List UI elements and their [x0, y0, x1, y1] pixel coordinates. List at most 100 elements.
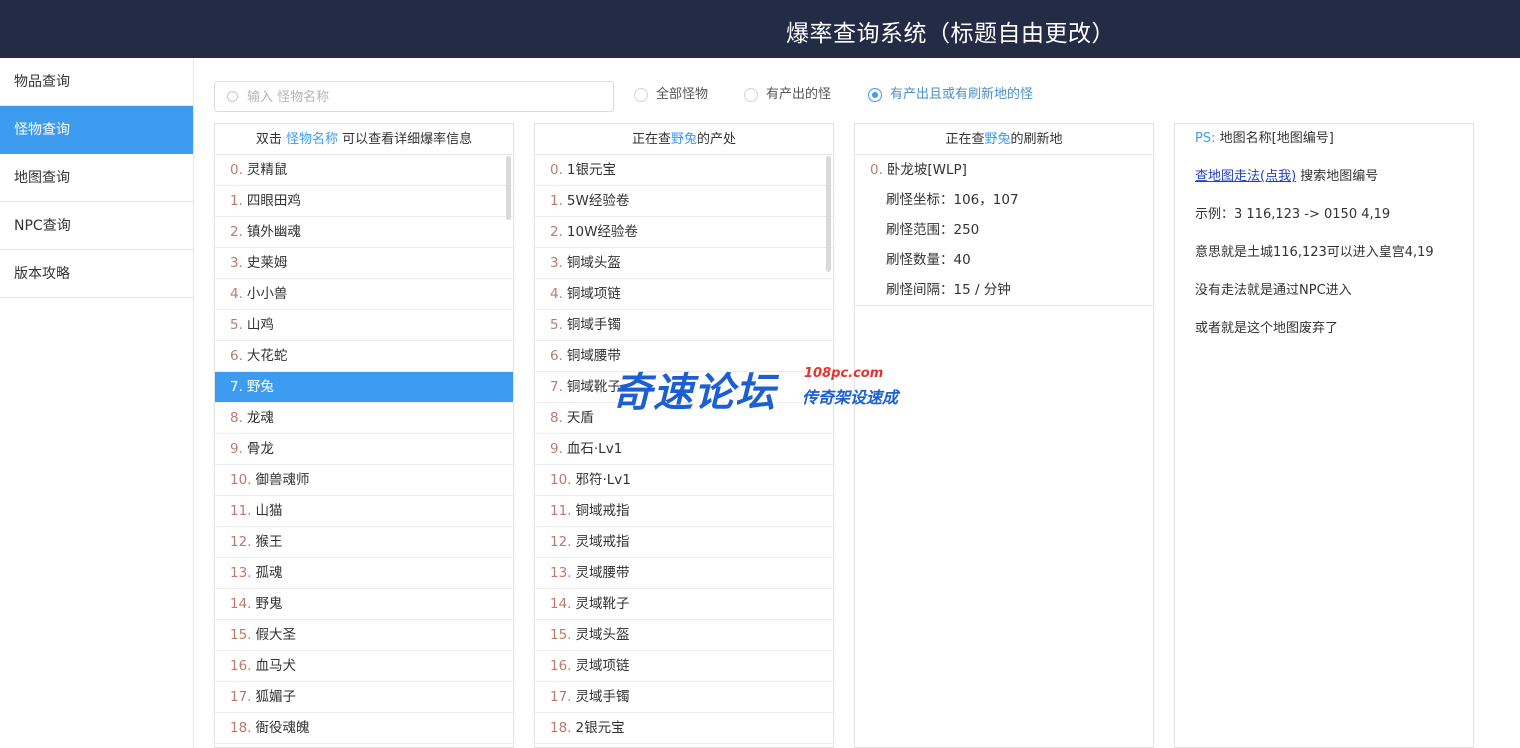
row-name: 铜域项链 [566, 286, 621, 302]
row-name: 镇外幽魂 [246, 224, 301, 240]
info-ps-line: PS: 地图名称[地图编号] [1195, 130, 1453, 168]
row-name: 灵域靴子 [575, 596, 630, 612]
list-item[interactable]: 7. 野兔 [215, 372, 513, 403]
sidebar-item-monster-query[interactable]: 怪物查询 [0, 106, 193, 154]
list-item[interactable]: 2. 10W经验卷 [535, 217, 833, 248]
list-item[interactable]: 18. 2银元宝 [535, 713, 833, 744]
monster-list-panel: 双击 怪物名称 可以查看详细爆率信息 0. 灵精鼠 1. 四眼田鸡 2. 镇外幽魂 3. 史莱… [214, 123, 514, 748]
spawn-map-name: 卧龙坡[WLP] [886, 162, 967, 178]
row-index: 7. [550, 379, 563, 395]
list-item[interactable]: 16. 灵域项链 [535, 651, 833, 682]
list-item[interactable]: 13. 孤魂 [215, 558, 513, 589]
row-name: 血石·Lv1 [566, 441, 623, 457]
row-index: 0. [550, 162, 563, 178]
drop-list-header: 正在查野兔的产处 [535, 124, 833, 155]
scrollbar[interactable] [506, 156, 511, 220]
list-item[interactable]: 0. 灵精鼠 [215, 155, 513, 186]
row-name: 四眼田鸡 [246, 193, 301, 209]
sidebar-item-npc-query[interactable]: NPC查询 [0, 202, 193, 250]
list-item[interactable]: 17. 狐媚子 [215, 682, 513, 713]
row-name: 灵域手镯 [575, 689, 630, 705]
row-name: 孤魂 [255, 565, 283, 581]
list-item[interactable]: 1. 5W经验卷 [535, 186, 833, 217]
list-item[interactable]: 4. 小小兽 [215, 279, 513, 310]
row-index: 5. [550, 317, 563, 333]
row-name: 史莱姆 [246, 255, 288, 271]
list-item[interactable]: 16. 血马犬 [215, 651, 513, 682]
header-text: 可以查看详细爆率信息 [342, 132, 473, 147]
row-name: 野兔 [246, 379, 274, 395]
list-item[interactable]: 15. 灵域头盔 [535, 620, 833, 651]
map-route-link[interactable]: 查地图走法(点我) [1195, 169, 1296, 184]
row-name: 灵域腰带 [575, 565, 630, 581]
row-index: 0. [230, 162, 243, 178]
row-index: 11. [550, 503, 572, 519]
list-item[interactable]: 3. 史莱姆 [215, 248, 513, 279]
search-icon [227, 91, 238, 102]
row-name: 假大圣 [255, 627, 296, 643]
list-item[interactable]: 9. 骨龙 [215, 434, 513, 465]
list-item[interactable]: 5. 铜域手镯 [535, 310, 833, 341]
row-name: 铜域头盔 [566, 255, 621, 271]
row-index: 16. [230, 658, 252, 674]
row-index: 2. [550, 224, 563, 240]
row-index: 14. [230, 596, 252, 612]
sidebar-item-item-query[interactable]: 物品查询 [0, 58, 193, 106]
row-name: 铜域戒指 [575, 503, 630, 519]
list-item[interactable]: 1. 四眼田鸡 [215, 186, 513, 217]
row-name: 铜域靴子 [566, 379, 621, 395]
row-index: 15. [550, 627, 572, 643]
row-index: 10. [550, 472, 572, 488]
row-index: 3. [550, 255, 563, 271]
row-name: 衙役魂魄 [255, 720, 310, 736]
row-name: 灵域戒指 [575, 534, 630, 550]
radio-selected-icon[interactable] [868, 88, 882, 102]
list-item[interactable]: 5. 山鸡 [215, 310, 513, 341]
row-index: 1. [550, 193, 563, 209]
row-name: 狐媚子 [255, 689, 296, 705]
list-item[interactable]: 14. 灵域靴子 [535, 589, 833, 620]
row-index: 18. [230, 720, 252, 736]
filter-label: 有产出的怪 [766, 87, 832, 102]
sidebar-item-map-query[interactable]: 地图查询 [0, 154, 193, 202]
list-item[interactable]: 3. 铜域头盔 [535, 248, 833, 279]
row-index: 13. [550, 565, 572, 581]
row-name: 血马犬 [255, 658, 296, 674]
list-item[interactable]: 9. 血石·Lv1 [535, 434, 833, 465]
spawn-map[interactable]: 0. 卧龙坡[WLP] [870, 155, 1153, 185]
list-item[interactable]: 12. 猴王 [215, 527, 513, 558]
list-item[interactable]: 2. 镇外幽魂 [215, 217, 513, 248]
list-item[interactable]: 10. 御兽魂师 [215, 465, 513, 496]
list-item[interactable]: 6. 铜域腰带 [535, 341, 833, 372]
list-item[interactable]: 11. 山猫 [215, 496, 513, 527]
row-name: 邪符·Lv1 [575, 472, 631, 488]
sidebar-item-version-guide[interactable]: 版本攻略 [0, 250, 193, 298]
radio-icon[interactable] [744, 88, 758, 102]
header-text: 正在查 [945, 132, 985, 147]
spawn-entry[interactable]: 0. 卧龙坡[WLP] 刷怪坐标：106，107 刷怪范围：250 刷怪数量：40… [855, 155, 1153, 306]
row-index: 7. [230, 379, 243, 395]
row-name: 灵域项链 [575, 658, 630, 674]
row-index: 8. [230, 410, 243, 426]
list-item[interactable]: 8. 天盾 [535, 403, 833, 434]
list-item[interactable]: 6. 大花蛇 [215, 341, 513, 372]
spawn-header: 正在查野兔的刷新地 [855, 124, 1153, 155]
list-item[interactable]: 0. 1银元宝 [535, 155, 833, 186]
row-index: 11. [230, 503, 252, 519]
list-item[interactable]: 14. 野鬼 [215, 589, 513, 620]
list-item[interactable]: 11. 铜域戒指 [535, 496, 833, 527]
search-input[interactable] [247, 86, 602, 108]
list-item[interactable]: 17. 灵域手镯 [535, 682, 833, 713]
list-item[interactable]: 13. 灵域腰带 [535, 558, 833, 589]
list-item[interactable]: 12. 灵域戒指 [535, 527, 833, 558]
scrollbar[interactable] [826, 156, 831, 272]
row-name: 山猫 [255, 503, 283, 519]
list-item[interactable]: 7. 铜域靴子 [535, 372, 833, 403]
list-item[interactable]: 8. 龙魂 [215, 403, 513, 434]
list-item[interactable]: 10. 邪符·Lv1 [535, 465, 833, 496]
row-index: 8. [550, 410, 563, 426]
list-item[interactable]: 4. 铜域项链 [535, 279, 833, 310]
radio-icon[interactable] [634, 88, 648, 102]
list-item[interactable]: 18. 衙役魂魄 [215, 713, 513, 744]
list-item[interactable]: 15. 假大圣 [215, 620, 513, 651]
